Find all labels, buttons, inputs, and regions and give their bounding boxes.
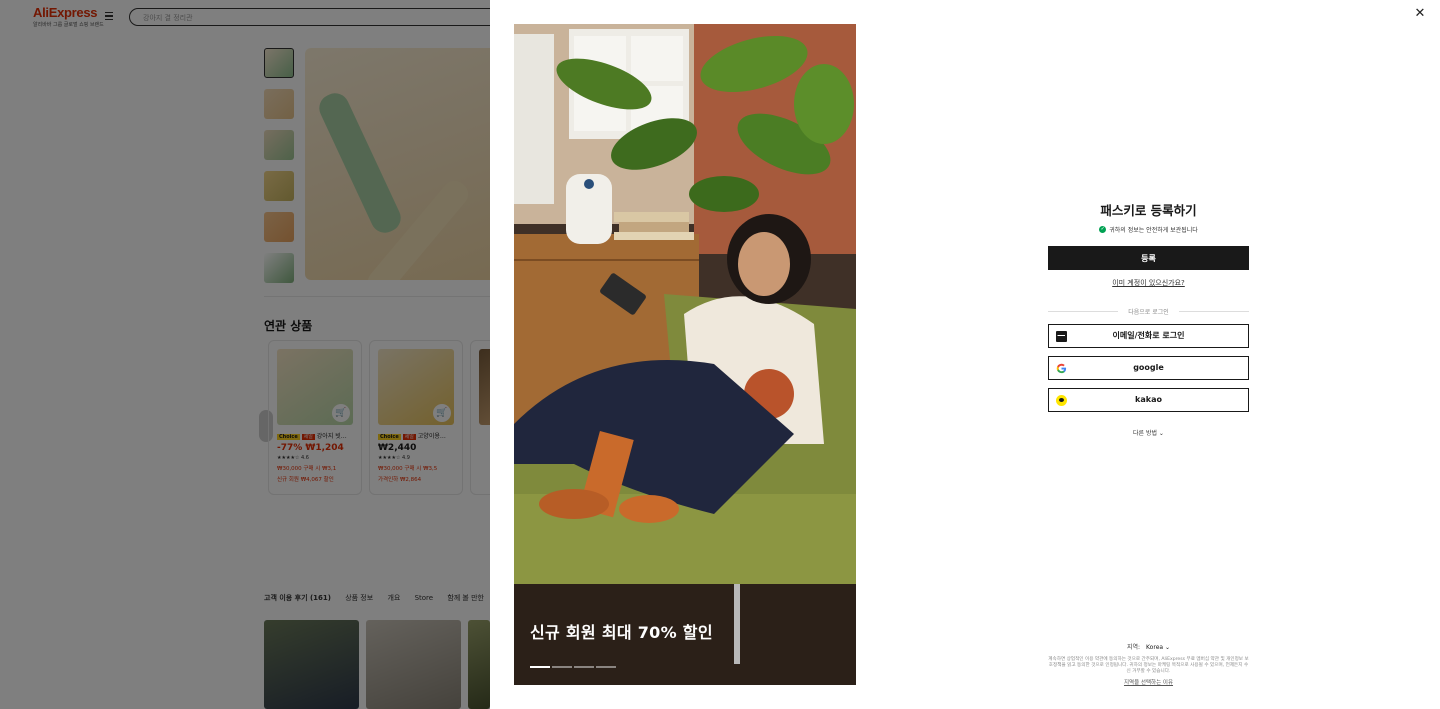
have-account-link[interactable]: 이미 계정이 있으신가요? <box>1048 278 1249 288</box>
shield-check-icon: ✓ <box>1099 226 1107 233</box>
region-selector: 지역: Korea ⌄ <box>1048 642 1249 651</box>
promo-banner-image <box>514 24 856 685</box>
register-button[interactable]: 등록 <box>1048 246 1249 270</box>
terms-text: 계속하면 상업적인 이용 약관에 동의하는 것으로 간주되며, AliExpre… <box>1048 657 1249 674</box>
promo-banner: 신규 회원 최대 70% 할인 <box>514 24 856 685</box>
mail-icon <box>1056 331 1067 342</box>
secure-notice: ✓ 귀하의 정보는 안전하게 보관됩니다 <box>1048 225 1249 234</box>
pagination-dot[interactable] <box>596 666 616 668</box>
email-phone-login-button[interactable]: 이메일/전화로 로그인 <box>1048 324 1249 348</box>
login-button-label: 이메일/전화로 로그인 <box>1112 331 1185 340</box>
signup-modal: ✕ 신규 회원 최대 70% 할인 패스키로 등록하기 ✓ 귀하의 정보는 안전… <box>490 0 1440 709</box>
banner-pagination <box>530 666 616 668</box>
google-login-button[interactable]: google <box>1048 356 1249 380</box>
region-label: 지역: <box>1126 644 1141 651</box>
kakao-icon <box>1056 395 1067 406</box>
kakao-login-button[interactable]: kakao <box>1048 388 1249 412</box>
close-icon[interactable]: ✕ <box>1414 7 1426 20</box>
auth-form: 패스키로 등록하기 ✓ 귀하의 정보는 안전하게 보관됩니다 등록 이미 계정이… <box>1048 200 1249 437</box>
why-region-link[interactable]: 지역을 선택하는 이유 <box>1048 678 1249 686</box>
pagination-dot[interactable] <box>552 666 572 668</box>
login-button-label: google <box>1133 363 1164 372</box>
more-options-button[interactable]: 다른 방법 ⌄ <box>1048 428 1249 437</box>
login-divider: 다음으로 로그인 <box>1048 307 1249 316</box>
or-label: 다음으로 로그인 <box>1128 309 1169 316</box>
banner-headline: 신규 회원 최대 70% 할인 <box>530 623 713 642</box>
google-icon <box>1056 363 1067 374</box>
modal-footer: 지역: Korea ⌄ 계속하면 상업적인 이용 약관에 동의하는 것으로 간주되… <box>1048 642 1249 686</box>
region-dropdown[interactable]: Korea ⌄ <box>1146 644 1170 651</box>
login-button-label: kakao <box>1135 395 1162 404</box>
modal-title: 패스키로 등록하기 <box>1100 203 1197 218</box>
pagination-dot[interactable] <box>530 666 550 668</box>
pagination-dot[interactable] <box>574 666 594 668</box>
secure-text: 귀하의 정보는 안전하게 보관됩니다 <box>1109 227 1198 234</box>
